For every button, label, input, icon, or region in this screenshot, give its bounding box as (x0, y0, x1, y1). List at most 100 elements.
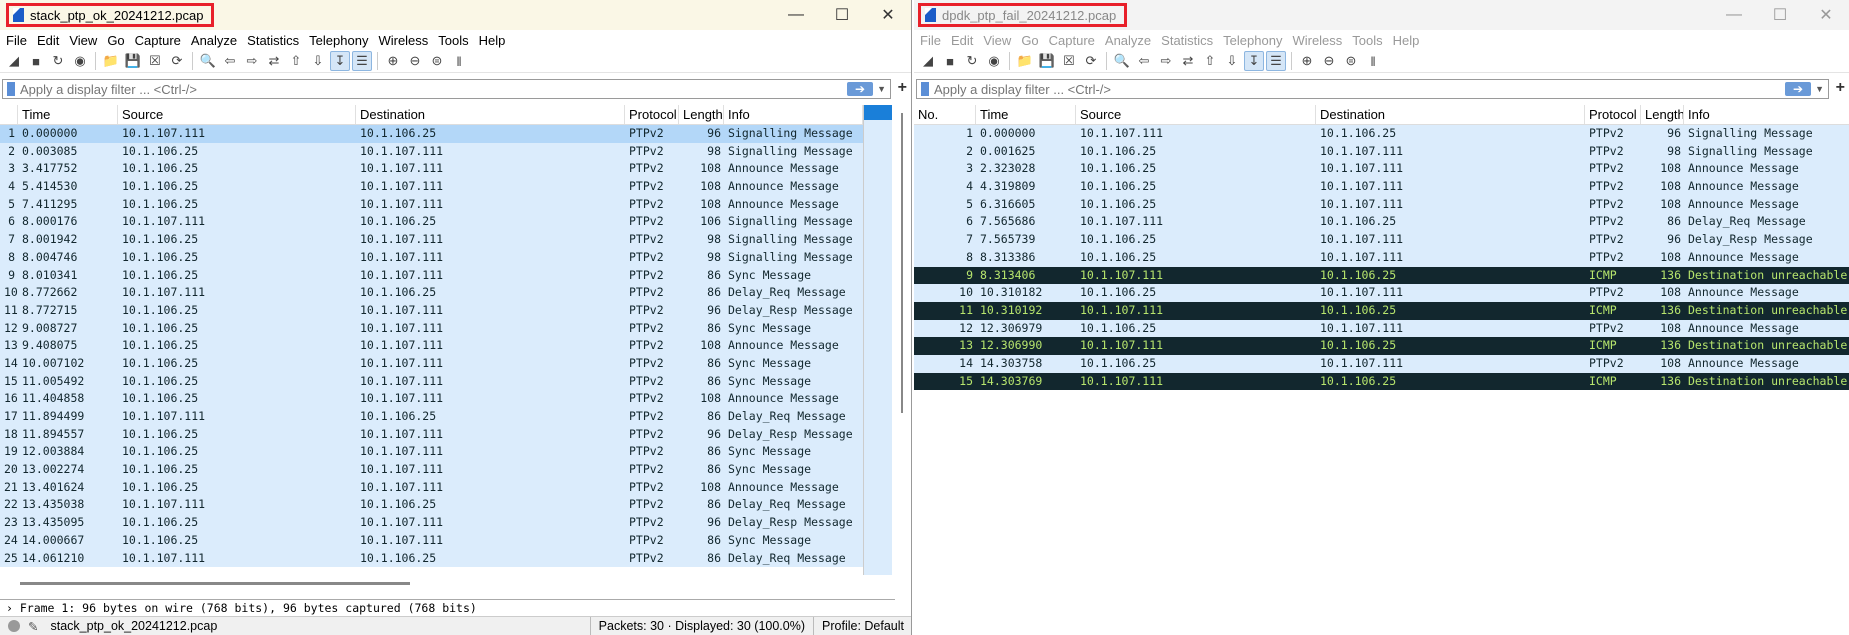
column-header-time[interactable]: Time (18, 105, 118, 124)
menu-telephony[interactable]: Telephony (307, 33, 374, 48)
go-forward-icon[interactable]: ⇨ (1156, 51, 1176, 71)
colorize-icon[interactable]: ☰ (1266, 51, 1286, 71)
zoom-out-icon[interactable]: ⊖ (1319, 51, 1339, 71)
start-capture-icon[interactable]: ◢ (4, 51, 24, 71)
packet-row[interactable]: 4 4.319809 10.1.106.25 10.1.107.111 PTPv2 108… (914, 178, 1849, 196)
column-header-info[interactable]: Info (1684, 105, 1849, 124)
packet-row[interactable]: 10 8.772662 10.1.107.111 10.1.106.25 PTPv2 86… (0, 284, 863, 302)
packet-row[interactable]: 4 5.414530 10.1.106.25 10.1.107.111 PTPv2 108… (0, 178, 863, 196)
minimap-thumb[interactable] (864, 105, 892, 120)
reload-file-icon[interactable]: ⟳ (167, 51, 187, 71)
column-header-length[interactable]: Length (1641, 105, 1684, 124)
menu-file[interactable]: File (918, 33, 947, 48)
colorize-icon[interactable]: ☰ (352, 51, 372, 71)
menu-analyze[interactable]: Analyze (189, 33, 243, 48)
capture-options-icon[interactable]: ◉ (70, 51, 90, 71)
normal-size-icon[interactable]: ⊜ (427, 51, 447, 71)
menu-wireless[interactable]: Wireless (376, 33, 434, 48)
last-packet-icon[interactable]: ⇩ (308, 51, 328, 71)
packet-row[interactable]: 21 13.401624 10.1.106.25 10.1.107.111 PTPv2 1… (0, 478, 863, 497)
column-header-protocol[interactable]: Protocol (1585, 105, 1641, 124)
save-file-icon[interactable]: 💾 (123, 51, 143, 71)
close-file-icon[interactable]: ☒ (1059, 51, 1079, 71)
packet-row[interactable]: 6 7.565686 10.1.107.111 10.1.106.25 PTPv2 86 D… (914, 213, 1849, 232)
packet-row[interactable]: 11 8.772715 10.1.106.25 10.1.107.111 PTPv2 96… (0, 301, 863, 320)
first-packet-icon[interactable]: ⇧ (1200, 51, 1220, 71)
filter-dropdown-icon[interactable]: ▼ (877, 84, 886, 94)
menu-edit[interactable]: Edit (949, 33, 979, 48)
go-forward-icon[interactable]: ⇨ (242, 51, 262, 71)
packet-row[interactable]: 5 7.411295 10.1.106.25 10.1.107.111 PTPv2 108… (0, 195, 863, 214)
find-packet-icon[interactable]: 🔍 (1112, 51, 1132, 71)
go-to-packet-icon[interactable]: ⇄ (1178, 51, 1198, 71)
packet-row[interactable]: 14 14.303758 10.1.106.25 10.1.107.111 PTPv2 1… (914, 354, 1849, 373)
packet-row[interactable]: 20 13.002274 10.1.106.25 10.1.107.111 PTPv2 8… (0, 461, 863, 479)
packet-minimap[interactable] (863, 105, 892, 575)
packet-row[interactable]: 8 8.313386 10.1.106.25 10.1.107.111 PTPv2 108… (914, 248, 1849, 267)
column-header-time[interactable]: Time (976, 105, 1076, 124)
bookmark-icon[interactable] (7, 82, 15, 96)
menu-statistics[interactable]: Statistics (245, 33, 305, 48)
packet-row[interactable]: 3 3.417752 10.1.106.25 10.1.107.111 PTPv2 108… (0, 160, 863, 179)
packet-row[interactable]: 10 10.310182 10.1.106.25 10.1.107.111 PTPv2 1… (914, 284, 1849, 302)
autoscroll-icon[interactable]: ↧ (1244, 51, 1264, 71)
column-header-protocol[interactable]: Protocol (625, 105, 679, 124)
menu-wireless[interactable]: Wireless (1290, 33, 1348, 48)
menu-tools[interactable]: Tools (1350, 33, 1388, 48)
maximize-button[interactable]: ☐ (1757, 0, 1803, 30)
horizontal-scrollbar[interactable] (20, 582, 410, 585)
packet-row[interactable]: 16 11.404858 10.1.106.25 10.1.107.111 PTPv2 1… (0, 390, 863, 408)
menu-view[interactable]: View (981, 33, 1017, 48)
resize-columns-icon[interactable]: ‖ (449, 51, 469, 71)
packet-row[interactable]: 12 12.306979 10.1.106.25 10.1.107.111 PTPv2 1… (914, 319, 1849, 338)
display-filter-input[interactable] (934, 81, 1786, 97)
open-file-icon[interactable]: 📁 (1015, 51, 1035, 71)
packet-row[interactable]: 2 0.003085 10.1.106.25 10.1.107.111 PTPv2 98 S… (0, 142, 863, 161)
packet-row[interactable]: 12 9.008727 10.1.106.25 10.1.107.111 PTPv2 86… (0, 319, 863, 338)
column-header-source[interactable]: Source (1076, 105, 1316, 124)
packet-row[interactable]: 9 8.010341 10.1.106.25 10.1.107.111 PTPv2 86 S… (0, 266, 863, 285)
packet-row[interactable]: 7 8.001942 10.1.106.25 10.1.107.111 PTPv2 98 S… (0, 231, 863, 249)
scroll-thumb[interactable] (901, 113, 903, 413)
autoscroll-icon[interactable]: ↧ (330, 51, 350, 71)
zoom-in-icon[interactable]: ⊕ (383, 51, 403, 71)
display-filter-input[interactable] (20, 81, 848, 97)
packet-row[interactable]: 8 8.004746 10.1.106.25 10.1.107.111 PTPv2 98 S… (0, 248, 863, 267)
go-to-packet-icon[interactable]: ⇄ (264, 51, 284, 71)
packet-row[interactable]: 7 7.565739 10.1.106.25 10.1.107.111 PTPv2 96 D… (914, 231, 1849, 249)
column-header-source[interactable]: Source (118, 105, 356, 124)
menu-telephony[interactable]: Telephony (1221, 33, 1288, 48)
column-header-no[interactable] (0, 105, 18, 124)
close-button[interactable]: ✕ (865, 0, 911, 30)
zoom-in-icon[interactable]: ⊕ (1297, 51, 1317, 71)
packet-row[interactable]: 18 11.894557 10.1.106.25 10.1.107.111 PTPv2 9… (0, 425, 863, 444)
menu-go[interactable]: Go (1019, 33, 1044, 48)
packet-row[interactable]: 19 12.003884 10.1.106.25 10.1.107.111 PTPv2 8… (0, 443, 863, 462)
packet-row[interactable]: 13 9.408075 10.1.106.25 10.1.107.111 PTPv2 10… (0, 337, 863, 355)
menu-help[interactable]: Help (477, 33, 512, 48)
menu-tools[interactable]: Tools (436, 33, 474, 48)
menu-file[interactable]: File (4, 33, 33, 48)
packet-row[interactable]: 17 11.894499 10.1.107.111 10.1.106.25 PTPv2 8… (0, 408, 863, 426)
packet-detail-row[interactable]: › Frame 1: 96 bytes on wire (768 bits), … (0, 599, 895, 616)
go-back-icon[interactable]: ⇦ (220, 51, 240, 71)
filter-dropdown-icon[interactable]: ▼ (1815, 84, 1824, 94)
menu-view[interactable]: View (67, 33, 103, 48)
restart-capture-icon[interactable]: ↻ (48, 51, 68, 71)
packet-row[interactable]: 15 11.005492 10.1.106.25 10.1.107.111 PTPv2 8… (0, 372, 863, 391)
menu-capture[interactable]: Capture (1047, 33, 1101, 48)
column-header-length[interactable]: Length (679, 105, 724, 124)
menu-help[interactable]: Help (1391, 33, 1426, 48)
apply-filter-button[interactable]: ➔ (1785, 82, 1812, 96)
add-filter-button[interactable]: + (898, 79, 907, 97)
menu-edit[interactable]: Edit (35, 33, 65, 48)
capture-options-icon[interactable]: ◉ (984, 51, 1004, 71)
normal-size-icon[interactable]: ⊜ (1341, 51, 1361, 71)
last-packet-icon[interactable]: ⇩ (1222, 51, 1242, 71)
restart-capture-icon[interactable]: ↻ (962, 51, 982, 71)
packet-row[interactable]: 2 0.001625 10.1.106.25 10.1.107.111 PTPv2 98 S… (914, 142, 1849, 161)
first-packet-icon[interactable]: ⇧ (286, 51, 306, 71)
minimize-button[interactable]: — (1711, 0, 1757, 30)
close-button[interactable]: ✕ (1803, 0, 1849, 30)
menu-analyze[interactable]: Analyze (1103, 33, 1157, 48)
